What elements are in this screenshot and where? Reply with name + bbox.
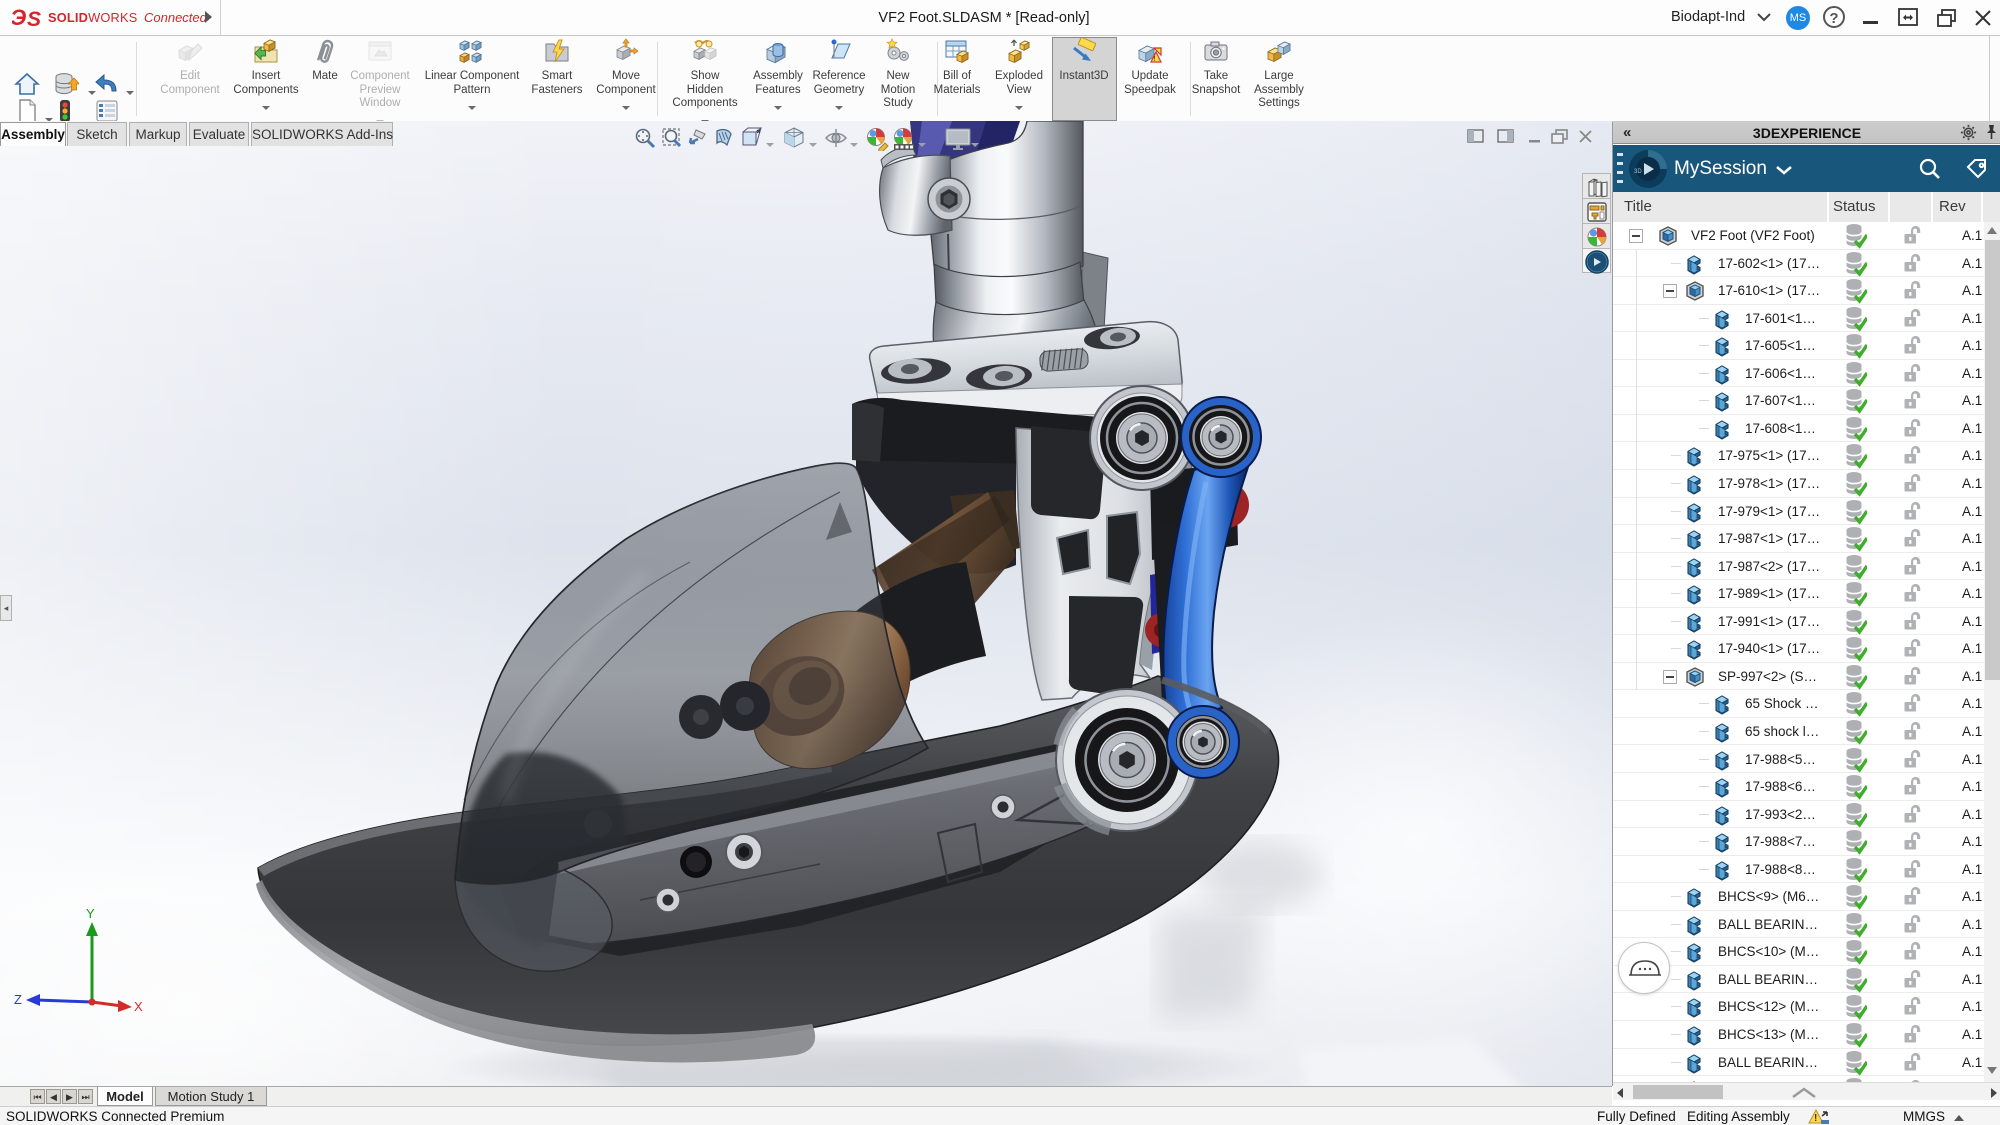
svg-text:Z: Z	[14, 992, 22, 1007]
svg-text:!: !	[1814, 1113, 1817, 1124]
svg-text:!: !	[1154, 56, 1156, 63]
svg-text:3D: 3D	[1634, 169, 1642, 175]
svg-text:X: X	[134, 999, 143, 1014]
svg-text:Y: Y	[86, 906, 95, 921]
